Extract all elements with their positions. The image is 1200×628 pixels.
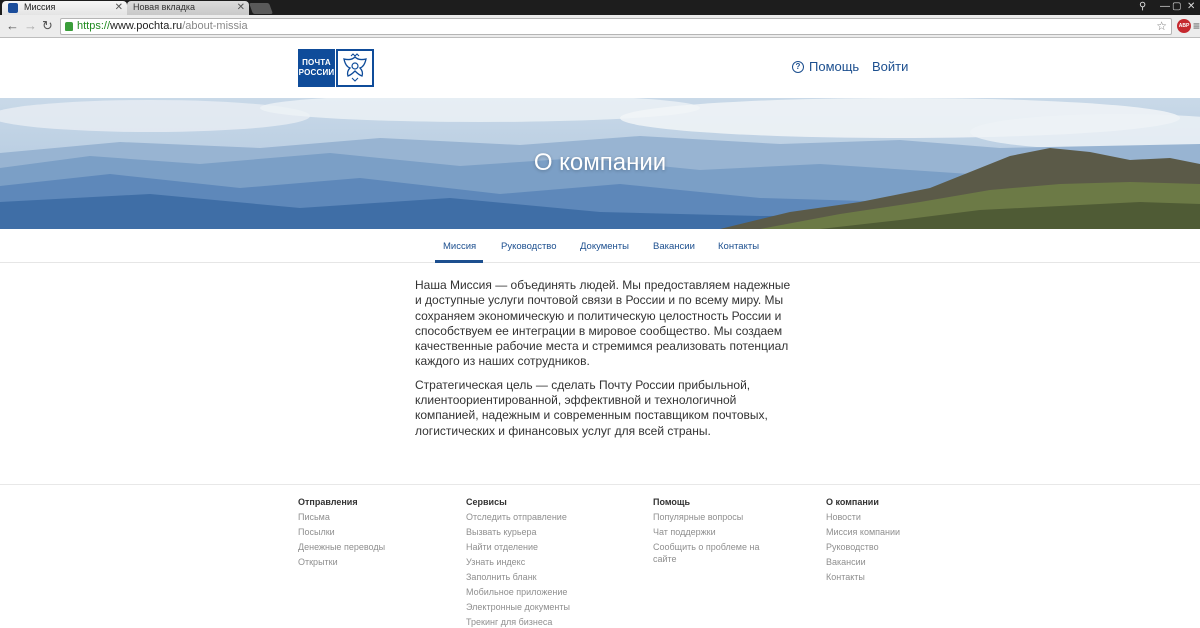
back-icon[interactable]: ← <box>6 18 19 34</box>
browser-tab-bar: Миссия ✕ Новая вкладка ✕ ⚲ — ▢ ✕ <box>0 0 1200 15</box>
url-scheme: https:// <box>77 20 111 32</box>
footer-heading: Сервисы <box>466 497 507 507</box>
footer-heading: О компании <box>826 497 879 507</box>
footer-link[interactable]: Заполнить бланк <box>466 571 616 583</box>
star-icon[interactable]: ☆ <box>1156 19 1167 34</box>
chrome-menu-icon[interactable]: ≡ <box>1193 20 1200 32</box>
mission-paragraph: Наша Миссия — объединять людей. Мы предо… <box>415 278 791 369</box>
logo-wordmark: ПОЧТА РОССИИ <box>298 49 335 87</box>
footer-column-servisy: Сервисы Отследить отправление Вызвать ку… <box>466 496 616 628</box>
footer-link[interactable]: Вызвать курьера <box>466 526 616 538</box>
lock-icon <box>65 22 73 31</box>
footer-link[interactable]: Электронные документы <box>466 601 616 613</box>
footer-link[interactable]: Популярные вопросы <box>653 511 773 523</box>
footer-link[interactable]: Руководство <box>826 541 976 553</box>
tab-close-icon[interactable]: ✕ <box>115 1 123 14</box>
tab-favicon-icon <box>8 3 18 13</box>
footer-column-otpravleniya: Отправления Письма Посылки Денежные пере… <box>298 496 448 571</box>
site-footer: Отправления Письма Посылки Денежные пере… <box>0 484 1200 628</box>
section-tabs: Миссия Руководство Документы Вакансии Ко… <box>0 229 1200 263</box>
footer-link[interactable]: Трекинг для бизнеса <box>466 616 616 628</box>
profile-icon[interactable]: ⚲ <box>1139 0 1146 13</box>
page-title: О компании <box>533 149 667 176</box>
tab-label: Новая вкладка <box>133 2 196 12</box>
tab-kontakty[interactable]: Контакты <box>718 241 759 253</box>
footer-link[interactable]: Чат поддержки <box>653 526 773 538</box>
footer-link[interactable]: Узнать индекс <box>466 556 616 568</box>
browser-toolbar: ← → ↻ https://www.pochta.ru/about-missia… <box>0 15 1200 38</box>
address-bar[interactable]: https://www.pochta.ru/about-missia ☆ <box>60 18 1172 35</box>
maximize-icon[interactable]: ▢ <box>1172 0 1181 13</box>
help-icon[interactable]: ? <box>792 61 804 73</box>
footer-link[interactable]: Найти отделение <box>466 541 616 553</box>
tab-new[interactable]: Новая вкладка ✕ <box>127 1 249 15</box>
url-path: /about-missia <box>182 20 248 32</box>
logo-line-1: ПОЧТА <box>302 58 331 67</box>
footer-link[interactable]: Новости <box>826 511 976 523</box>
help-link[interactable]: Помощь <box>809 59 859 75</box>
tab-vakansii[interactable]: Вакансии <box>653 241 695 253</box>
footer-link[interactable]: Сообщить о проблеме на сайте <box>653 541 773 565</box>
footer-link[interactable]: Отследить отправление <box>466 511 616 523</box>
mission-content: Наша Миссия — объединять людей. Мы предо… <box>415 278 795 447</box>
footer-link[interactable]: Мобильное приложение <box>466 586 616 598</box>
footer-column-o-kompanii: О компании Новости Миссия компании Руков… <box>826 496 976 586</box>
footer-link[interactable]: Вакансии <box>826 556 976 568</box>
footer-link[interactable]: Открытки <box>298 556 448 568</box>
tab-missia-link[interactable]: Миссия <box>443 241 476 253</box>
adblock-extension-icon[interactable]: ABP <box>1177 19 1191 33</box>
active-tab-indicator <box>435 260 483 263</box>
login-link[interactable]: Войти <box>872 59 908 75</box>
hero-banner: О компании <box>0 98 1200 229</box>
footer-column-pomoshch: Помощь Популярные вопросы Чат поддержки … <box>653 496 773 568</box>
logo-line-2: РОССИИ <box>298 68 335 77</box>
window-close-icon[interactable]: ✕ <box>1187 0 1195 13</box>
eagle-emblem-icon <box>336 49 374 87</box>
footer-link[interactable]: Посылки <box>298 526 448 538</box>
tab-dokumenty[interactable]: Документы <box>580 241 629 253</box>
tab-close-icon[interactable]: ✕ <box>237 1 245 14</box>
tab-rukovodstvo[interactable]: Руководство <box>501 241 557 253</box>
reload-icon[interactable]: ↻ <box>42 18 53 34</box>
footer-link[interactable]: Миссия компании <box>826 526 976 538</box>
footer-link[interactable]: Контакты <box>826 571 976 583</box>
forward-icon[interactable]: → <box>24 18 37 34</box>
url-host: www.pochta.ru <box>110 20 183 32</box>
footer-heading: Отправления <box>298 497 358 507</box>
tab-missia[interactable]: Миссия ✕ <box>2 1 127 15</box>
pochta-logo[interactable]: ПОЧТА РОССИИ <box>298 49 374 87</box>
tab-label: Миссия <box>24 2 56 12</box>
footer-link[interactable]: Письма <box>298 511 448 523</box>
footer-link[interactable]: Денежные переводы <box>298 541 448 553</box>
site-header: ПОЧТА РОССИИ ? Помощь Войти <box>0 39 1200 98</box>
minimize-icon[interactable]: — <box>1160 0 1170 13</box>
strategy-paragraph: Стратегическая цель — сделать Почту Росс… <box>415 377 768 438</box>
footer-heading: Помощь <box>653 497 691 507</box>
new-tab-button[interactable] <box>248 3 274 14</box>
